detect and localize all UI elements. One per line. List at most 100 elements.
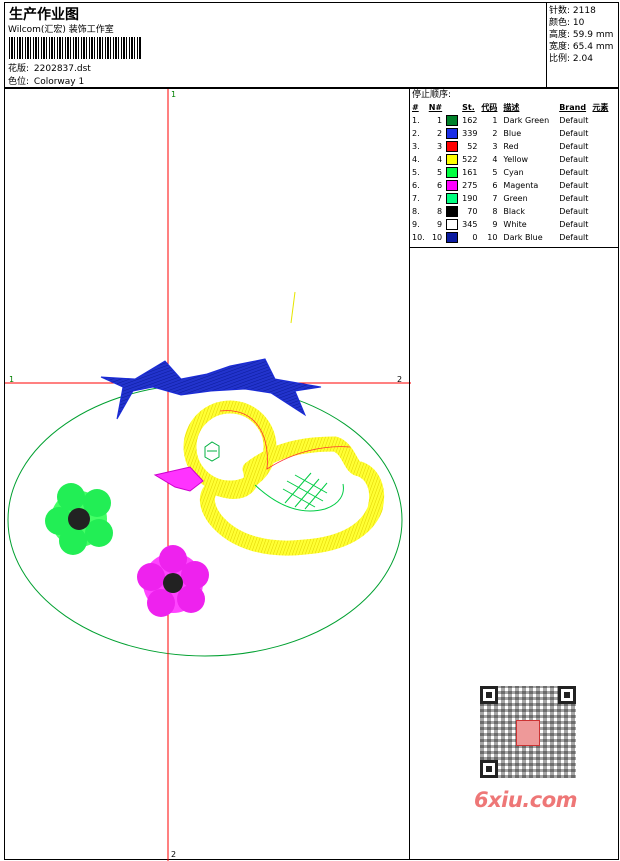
table-row: 6. 6 275 6 Magenta Default [410, 179, 610, 192]
cell-desc: Black [503, 207, 526, 216]
cell-n: 9 [437, 220, 443, 229]
cell-st: 190 [462, 194, 478, 203]
qr-finder-icon [480, 686, 498, 704]
green-flower [45, 483, 113, 555]
duck-head [183, 400, 277, 494]
cell-element [590, 205, 610, 218]
yellow-stray-stitch [290, 291, 296, 324]
col-header: 元素 [592, 103, 609, 112]
col-header: 描述 [503, 103, 520, 112]
cell-st: 0 [472, 233, 478, 242]
cell-st: 70 [467, 207, 478, 216]
cell-element [590, 218, 610, 231]
cell-code: 2 [492, 129, 498, 138]
design-file-label: 花版: [8, 64, 30, 74]
color-swatch [446, 180, 459, 191]
table-row: 3. 3 52 3 Red Default [410, 140, 610, 153]
company-name: Wilcom(汇宏) 装饰工作室 [8, 25, 114, 35]
cell-code: 7 [492, 194, 498, 203]
qr-finder-icon [558, 686, 576, 704]
cell-st: 339 [462, 129, 478, 138]
cell-n: 10 [431, 233, 443, 242]
cell-idx: 10. [412, 233, 425, 242]
cell-element [590, 140, 610, 153]
cell-n: 3 [437, 142, 443, 151]
watermark-text: 6xiu.com [474, 788, 578, 812]
cell-brand: Default [559, 207, 589, 216]
col-header [444, 101, 460, 114]
duck-body [199, 436, 385, 556]
cell-code: 6 [492, 181, 498, 190]
col-header: St. [462, 103, 475, 112]
stop-sequence-table: # N# St. 代码 描述 Brand 元素 1. 1 162 1 Dark Gree… [410, 101, 610, 244]
cell-element [590, 192, 610, 205]
table-row: 1. 1 162 1 Dark Green Default [410, 114, 610, 127]
color-swatch [446, 128, 459, 139]
colorway-row: 色位: Colorway 1 [8, 77, 84, 88]
cell-n: 4 [437, 155, 443, 164]
cell-idx: 4. [412, 155, 420, 164]
cell-brand: Default [559, 220, 589, 229]
cell-code: 1 [492, 116, 498, 125]
page-title: 生产作业图 [9, 7, 79, 23]
table-header-row: # N# St. 代码 描述 Brand 元素 [410, 101, 610, 114]
cell-code: 3 [492, 142, 498, 151]
stat-colors: 颜色: 10 [549, 18, 616, 30]
stat-label: 宽度: [549, 42, 571, 52]
cell-idx: 6. [412, 181, 420, 190]
cell-st: 162 [462, 116, 478, 125]
cell-swatch [444, 179, 460, 192]
cell-desc: Green [503, 194, 528, 203]
cell-idx: 9. [412, 220, 420, 229]
cell-element [590, 153, 610, 166]
axis-label-bottom: 2 [171, 850, 176, 859]
cell-swatch [444, 192, 460, 205]
header-info: 生产作业图 Wilcom(汇宏) 装饰工作室 花版: 2202837.dst 色… [4, 2, 547, 88]
cell-n: 5 [437, 168, 443, 177]
table-row: 7. 7 190 7 Green Default [410, 192, 610, 205]
cell-idx: 1. [412, 116, 420, 125]
cell-element [590, 166, 610, 179]
cell-element [590, 179, 610, 192]
cell-element [590, 114, 610, 127]
cell-element [590, 127, 610, 140]
magenta-flower [137, 545, 209, 617]
stat-label: 高度: [549, 30, 571, 40]
cell-n: 7 [437, 194, 443, 203]
color-swatch [446, 206, 459, 217]
cell-st: 275 [462, 181, 478, 190]
color-swatch [446, 219, 459, 230]
col-header: Brand [559, 103, 587, 112]
cell-desc: Dark Green [503, 116, 550, 125]
color-swatch [446, 115, 459, 126]
stat-value: 65.4 mm [572, 42, 614, 52]
stat-value: 59.9 mm [572, 30, 614, 40]
stop-sequence-panel: 停止顺序: # N# St. 代码 描述 Brand 元素 1. 1 162 1 Dar… [409, 88, 619, 248]
color-swatch [446, 141, 459, 152]
seal-stamp [516, 720, 540, 746]
cell-element [590, 231, 610, 244]
cell-swatch [444, 127, 460, 140]
table-row: 10. 10 0 10 Dark Blue Default [410, 231, 610, 244]
cell-idx: 3. [412, 142, 420, 151]
cell-swatch [444, 140, 460, 153]
cell-desc: White [503, 220, 527, 229]
stat-value: 2.04 [572, 54, 593, 64]
table-row: 9. 9 345 9 White Default [410, 218, 610, 231]
cell-n: 2 [437, 129, 443, 138]
color-swatch [446, 167, 459, 178]
cell-desc: Dark Blue [503, 233, 543, 242]
cell-desc: Red [503, 142, 519, 151]
table-row: 5. 5 161 5 Cyan Default [410, 166, 610, 179]
color-swatch [446, 232, 459, 243]
stat-value: 10 [572, 18, 585, 28]
cell-code: 4 [492, 155, 498, 164]
cell-desc: Cyan [503, 168, 524, 177]
stop-sequence-title: 停止顺序: [412, 90, 452, 100]
cell-n: 1 [437, 116, 443, 125]
stat-height: 高度: 59.9 mm [549, 30, 616, 42]
axis-label-left: 1 [9, 375, 14, 384]
wing-grid [282, 472, 328, 510]
cell-code: 8 [492, 207, 498, 216]
barcode [9, 37, 141, 59]
